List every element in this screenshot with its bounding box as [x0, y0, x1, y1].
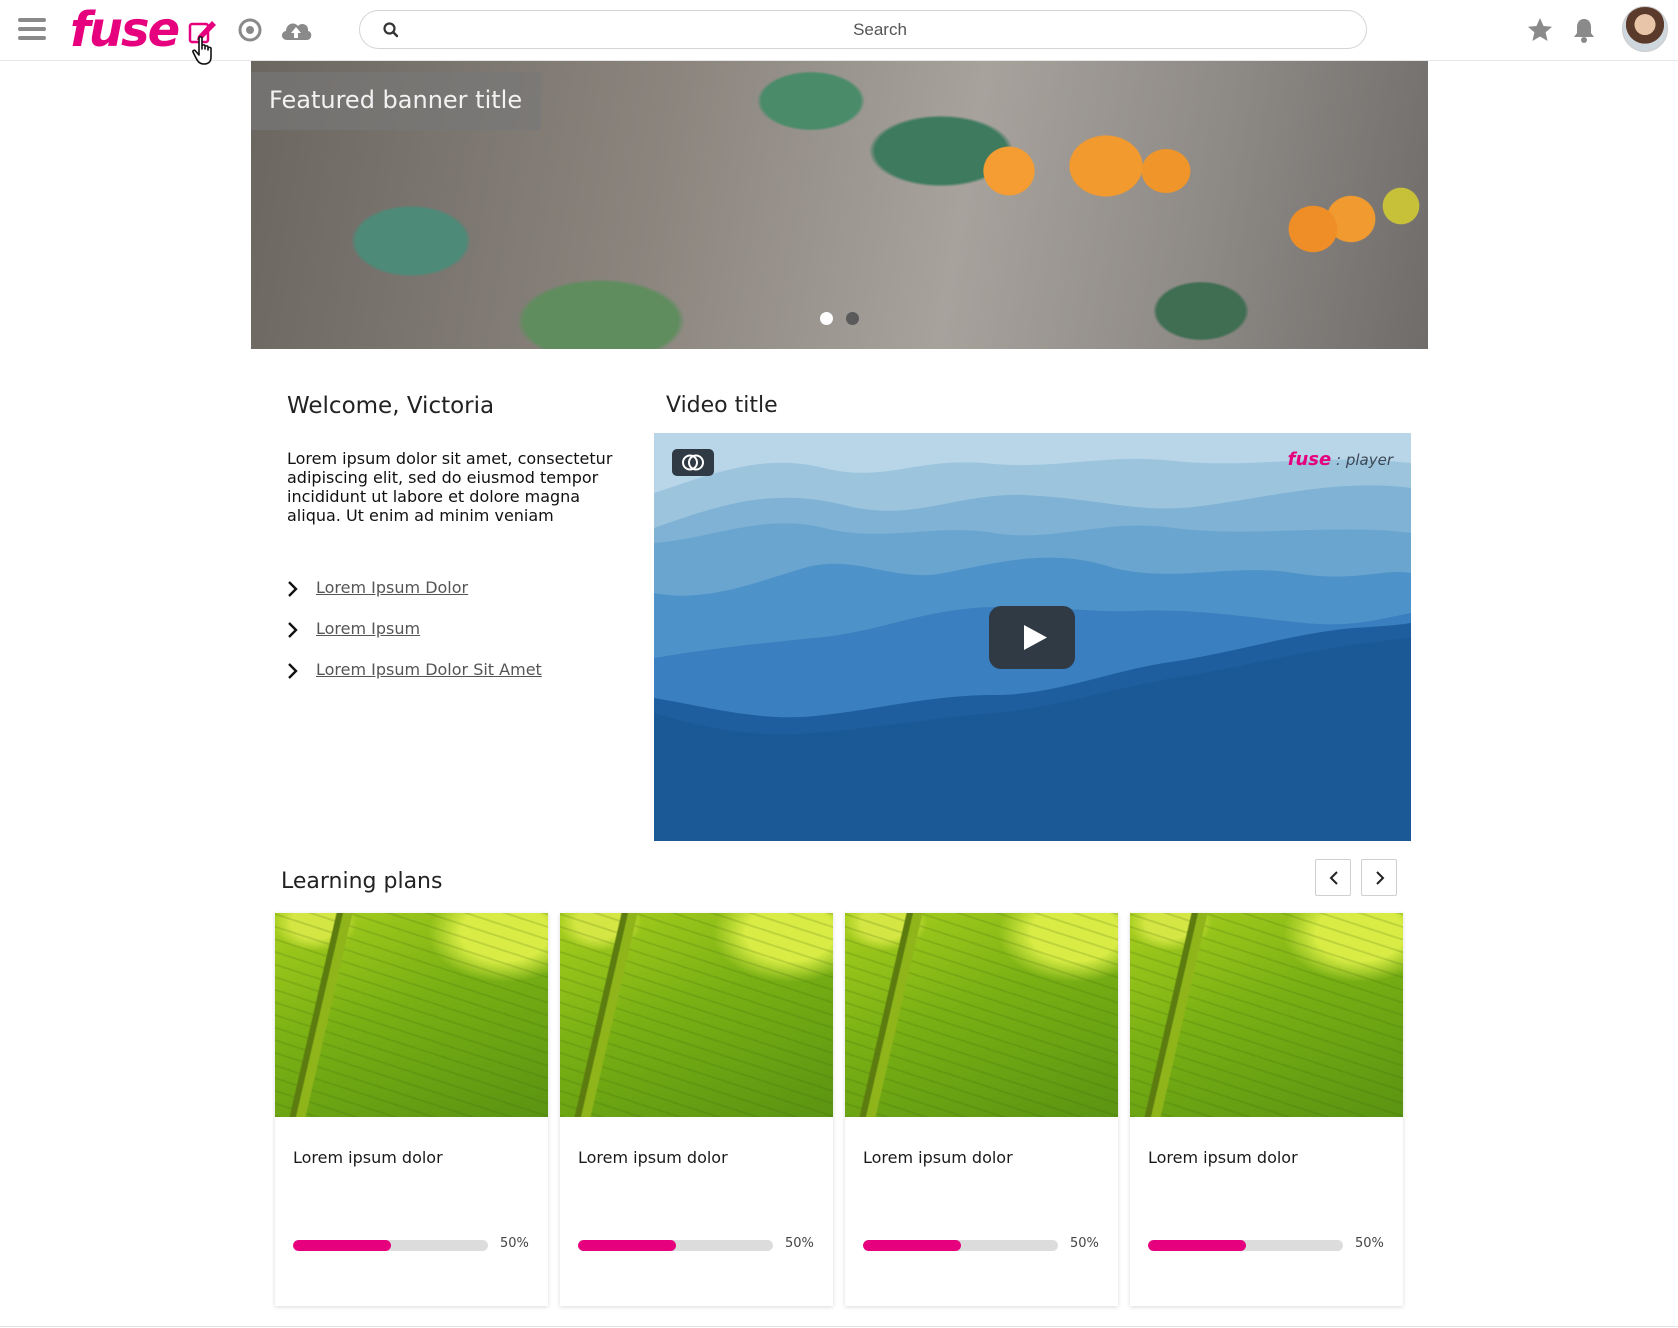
learning-plan-card[interactable]: Lorem ipsum dolor 50%: [275, 913, 548, 1306]
card-title: Lorem ipsum dolor: [863, 1148, 1013, 1167]
chevron-right-icon: [286, 621, 300, 639]
card-image: [560, 913, 833, 1117]
footer-divider: [0, 1326, 1678, 1327]
card-image: [1130, 913, 1403, 1117]
welcome-text: Lorem ipsum dolor sit amet, consectetur …: [287, 449, 613, 525]
learning-plan-card[interactable]: Lorem ipsum dolor 50%: [1130, 913, 1403, 1306]
banner-title-box: Featured banner title: [251, 72, 541, 130]
video-title: Video title: [666, 393, 778, 418]
carousel-dot-2[interactable]: [846, 312, 859, 325]
progress-label: 50%: [1070, 1236, 1099, 1251]
quick-link-label[interactable]: Lorem Ipsum Dolor: [316, 578, 468, 597]
progress-fill: [293, 1240, 391, 1251]
avatar[interactable]: [1622, 6, 1668, 52]
fuse-logo[interactable]: fuse: [70, 2, 180, 58]
play-button[interactable]: [989, 606, 1075, 669]
card-image: [845, 913, 1118, 1117]
chevron-right-icon: [286, 580, 300, 598]
chevron-right-icon: [286, 662, 300, 680]
search-icon: [382, 21, 400, 39]
quick-link-label[interactable]: Lorem Ipsum: [316, 619, 420, 638]
carousel-prev-button[interactable]: [1315, 859, 1351, 896]
bell-icon[interactable]: [1570, 16, 1600, 46]
chevron-right-icon: [1376, 871, 1385, 885]
video-player[interactable]: fuse : player: [654, 433, 1411, 841]
featured-banner[interactable]: Featured banner title: [251, 61, 1428, 349]
card-title: Lorem ipsum dolor: [1148, 1148, 1298, 1167]
progress-bar: [863, 1240, 1058, 1251]
progress-fill: [1148, 1240, 1246, 1251]
menu-icon[interactable]: [18, 18, 46, 42]
learning-plans-title: Learning plans: [281, 869, 443, 894]
card-image: [275, 913, 548, 1117]
learning-plan-card[interactable]: Lorem ipsum dolor 50%: [560, 913, 833, 1306]
player-brand-suffix: : player: [1336, 451, 1393, 469]
captions-button[interactable]: [672, 449, 714, 476]
search-input[interactable]: [410, 11, 1350, 48]
progress-fill: [863, 1240, 961, 1251]
quick-link-label[interactable]: Lorem Ipsum Dolor Sit Amet: [316, 660, 542, 679]
progress-fill: [578, 1240, 676, 1251]
progress-label: 50%: [785, 1236, 814, 1251]
cloud-upload-icon[interactable]: [278, 16, 314, 46]
top-bar: fuse: [0, 0, 1678, 65]
card-title: Lorem ipsum dolor: [578, 1148, 728, 1167]
chevron-left-icon: [1329, 871, 1338, 885]
hand-cursor-icon: [191, 36, 217, 66]
target-icon[interactable]: [236, 16, 266, 46]
carousel-dot-1[interactable]: [820, 312, 833, 325]
carousel-next-button[interactable]: [1361, 859, 1397, 896]
progress-bar: [578, 1240, 773, 1251]
star-icon[interactable]: [1526, 16, 1556, 46]
learning-plan-card[interactable]: Lorem ipsum dolor 50%: [845, 913, 1118, 1306]
player-brand: fuse : player: [1288, 449, 1393, 470]
banner-title: Featured banner title: [269, 86, 523, 114]
progress-label: 50%: [500, 1236, 529, 1251]
search-bar: [359, 10, 1367, 49]
player-brand-logo: fuse: [1287, 449, 1332, 470]
progress-bar: [293, 1240, 488, 1251]
progress-label: 50%: [1355, 1236, 1384, 1251]
progress-bar: [1148, 1240, 1343, 1251]
welcome-title: Welcome, Victoria: [287, 393, 495, 419]
card-title: Lorem ipsum dolor: [293, 1148, 443, 1167]
